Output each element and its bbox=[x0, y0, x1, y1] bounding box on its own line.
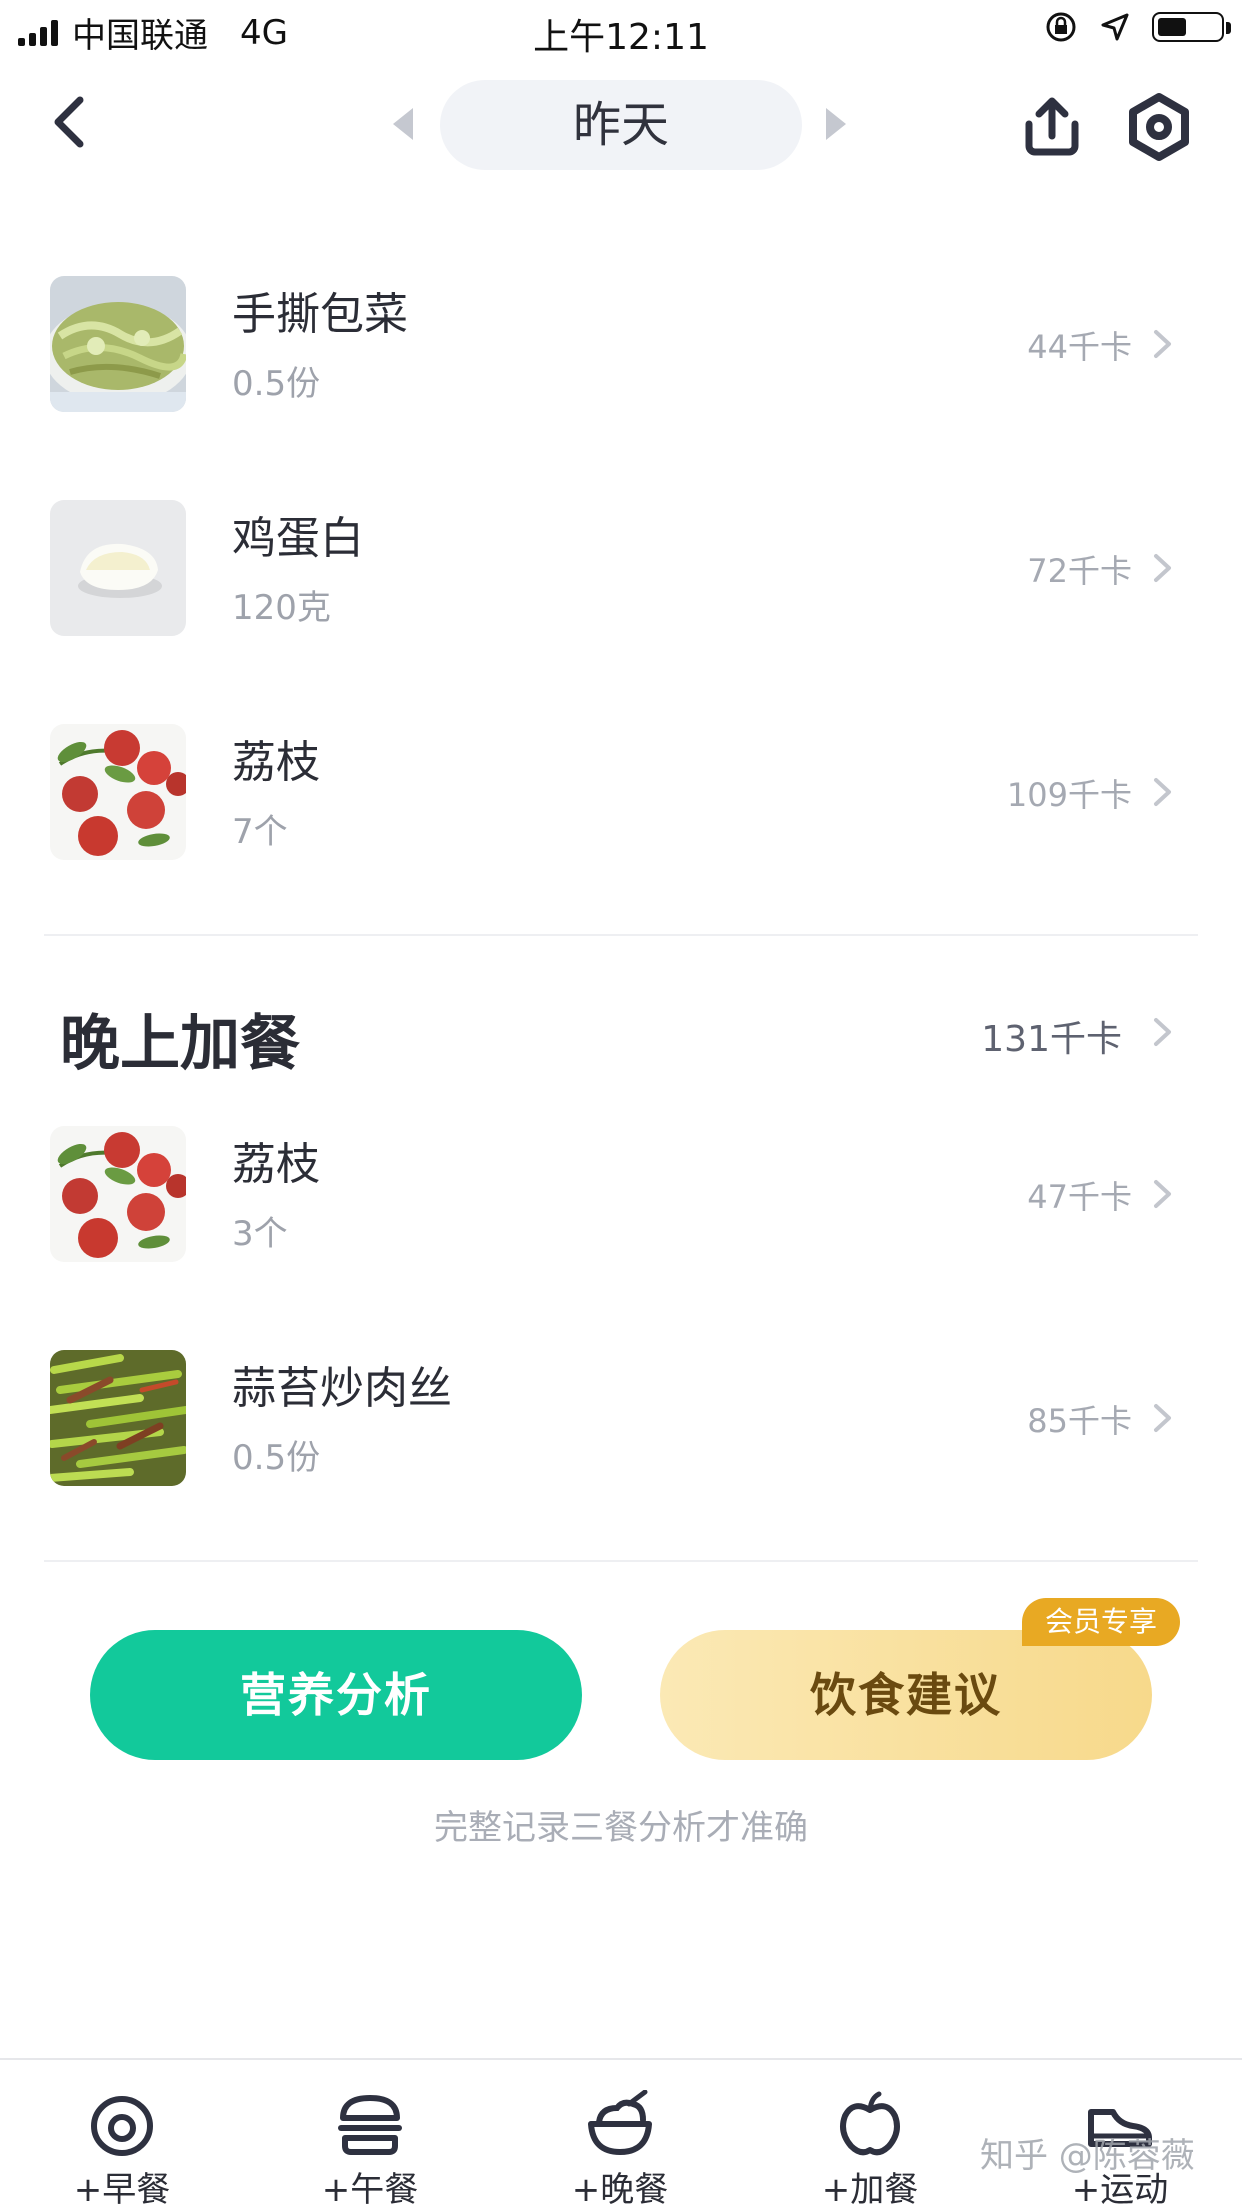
food-name: 荔枝 bbox=[232, 1139, 320, 1190]
previous-day-arrow[interactable] bbox=[393, 108, 413, 140]
food-amount: 3个 bbox=[232, 1214, 288, 1254]
burger-icon bbox=[338, 2095, 402, 2155]
tab-label: +早餐 bbox=[73, 2170, 171, 2210]
vip-badge: 会员专享 bbox=[1022, 1598, 1180, 1646]
food-name: 鸡蛋白 bbox=[232, 513, 364, 564]
chevron-right-icon bbox=[1154, 778, 1171, 806]
chevron-right-icon bbox=[1154, 330, 1171, 358]
analysis-hint: 完整记录三餐分析才准确 bbox=[434, 1808, 808, 1848]
date-selector[interactable]: 昨天 bbox=[440, 80, 802, 170]
cabbage-thumbnail bbox=[50, 276, 186, 412]
chevron-right-icon[interactable] bbox=[1142, 1012, 1182, 1052]
nutrition-analysis-button[interactable]: 营养分析 bbox=[90, 1630, 582, 1760]
food-item[interactable]: 蒜苔炒肉丝 0.5份 85千卡 bbox=[0, 1350, 1242, 1550]
food-kcal: 109千卡 bbox=[1006, 776, 1132, 814]
tab-add-breakfast[interactable]: +早餐 bbox=[32, 2090, 212, 2210]
apple-icon bbox=[840, 2091, 900, 2156]
food-name: 蒜苔炒肉丝 bbox=[232, 1363, 452, 1414]
tab-add-dinner[interactable]: +晚餐 bbox=[530, 2090, 710, 2210]
diet-advice-button[interactable]: 饮食建议 bbox=[660, 1630, 1152, 1760]
lychee-thumbnail bbox=[50, 1126, 186, 1262]
food-kcal: 44千卡 bbox=[1027, 328, 1132, 366]
chevron-right-icon bbox=[1154, 554, 1171, 582]
food-item[interactable]: 手撕包菜 0.5份 44千卡 bbox=[0, 276, 1242, 476]
garlic-stems-thumbnail bbox=[50, 1350, 186, 1486]
status-bar: 中国联通 4G 上午12:11 bbox=[0, 0, 1242, 62]
meal-section-title: 晚上加餐 bbox=[60, 1009, 300, 1079]
bowl-icon bbox=[588, 2090, 652, 2155]
section-divider bbox=[44, 934, 1198, 936]
tab-label: +晚餐 bbox=[571, 2170, 669, 2210]
food-kcal: 47千卡 bbox=[1027, 1178, 1132, 1216]
back-icon[interactable] bbox=[40, 90, 104, 154]
chevron-right-icon bbox=[1154, 1404, 1171, 1432]
tab-add-snack[interactable]: +加餐 bbox=[780, 2090, 960, 2210]
tab-label: +午餐 bbox=[321, 2170, 419, 2210]
battery-icon bbox=[1152, 12, 1231, 42]
tab-add-lunch[interactable]: +午餐 bbox=[280, 2090, 460, 2210]
egg-icon bbox=[91, 2096, 153, 2156]
food-item[interactable]: 鸡蛋白 120克 72千卡 bbox=[0, 500, 1242, 700]
food-kcal: 72千卡 bbox=[1027, 552, 1132, 590]
settings-icon[interactable] bbox=[1124, 92, 1194, 162]
status-right bbox=[1044, 10, 1231, 44]
egg-white-thumbnail bbox=[50, 500, 186, 636]
chevron-right-icon bbox=[1154, 1180, 1171, 1208]
watermark: 知乎 @陈蓉薇 bbox=[980, 2136, 1195, 2176]
share-icon[interactable] bbox=[1017, 92, 1087, 162]
next-day-arrow[interactable] bbox=[826, 108, 846, 140]
food-item[interactable]: 荔枝 3个 47千卡 bbox=[0, 1126, 1242, 1326]
food-amount: 0.5份 bbox=[232, 1438, 321, 1478]
meal-section-kcal[interactable]: 131千卡 bbox=[981, 1010, 1122, 1062]
lychee-thumbnail bbox=[50, 724, 186, 860]
tab-label: +加餐 bbox=[821, 2170, 919, 2210]
food-amount: 0.5份 bbox=[232, 364, 321, 404]
section-divider bbox=[44, 1560, 1198, 1562]
food-kcal: 85千卡 bbox=[1027, 1402, 1132, 1440]
food-name: 手撕包菜 bbox=[232, 289, 408, 340]
food-item[interactable]: 荔枝 7个 109千卡 bbox=[0, 724, 1242, 924]
food-amount: 120克 bbox=[232, 588, 331, 628]
food-amount: 7个 bbox=[232, 812, 288, 852]
food-name: 荔枝 bbox=[232, 737, 320, 788]
location-icon bbox=[1101, 13, 1129, 41]
rotation-lock-icon bbox=[1046, 12, 1076, 42]
